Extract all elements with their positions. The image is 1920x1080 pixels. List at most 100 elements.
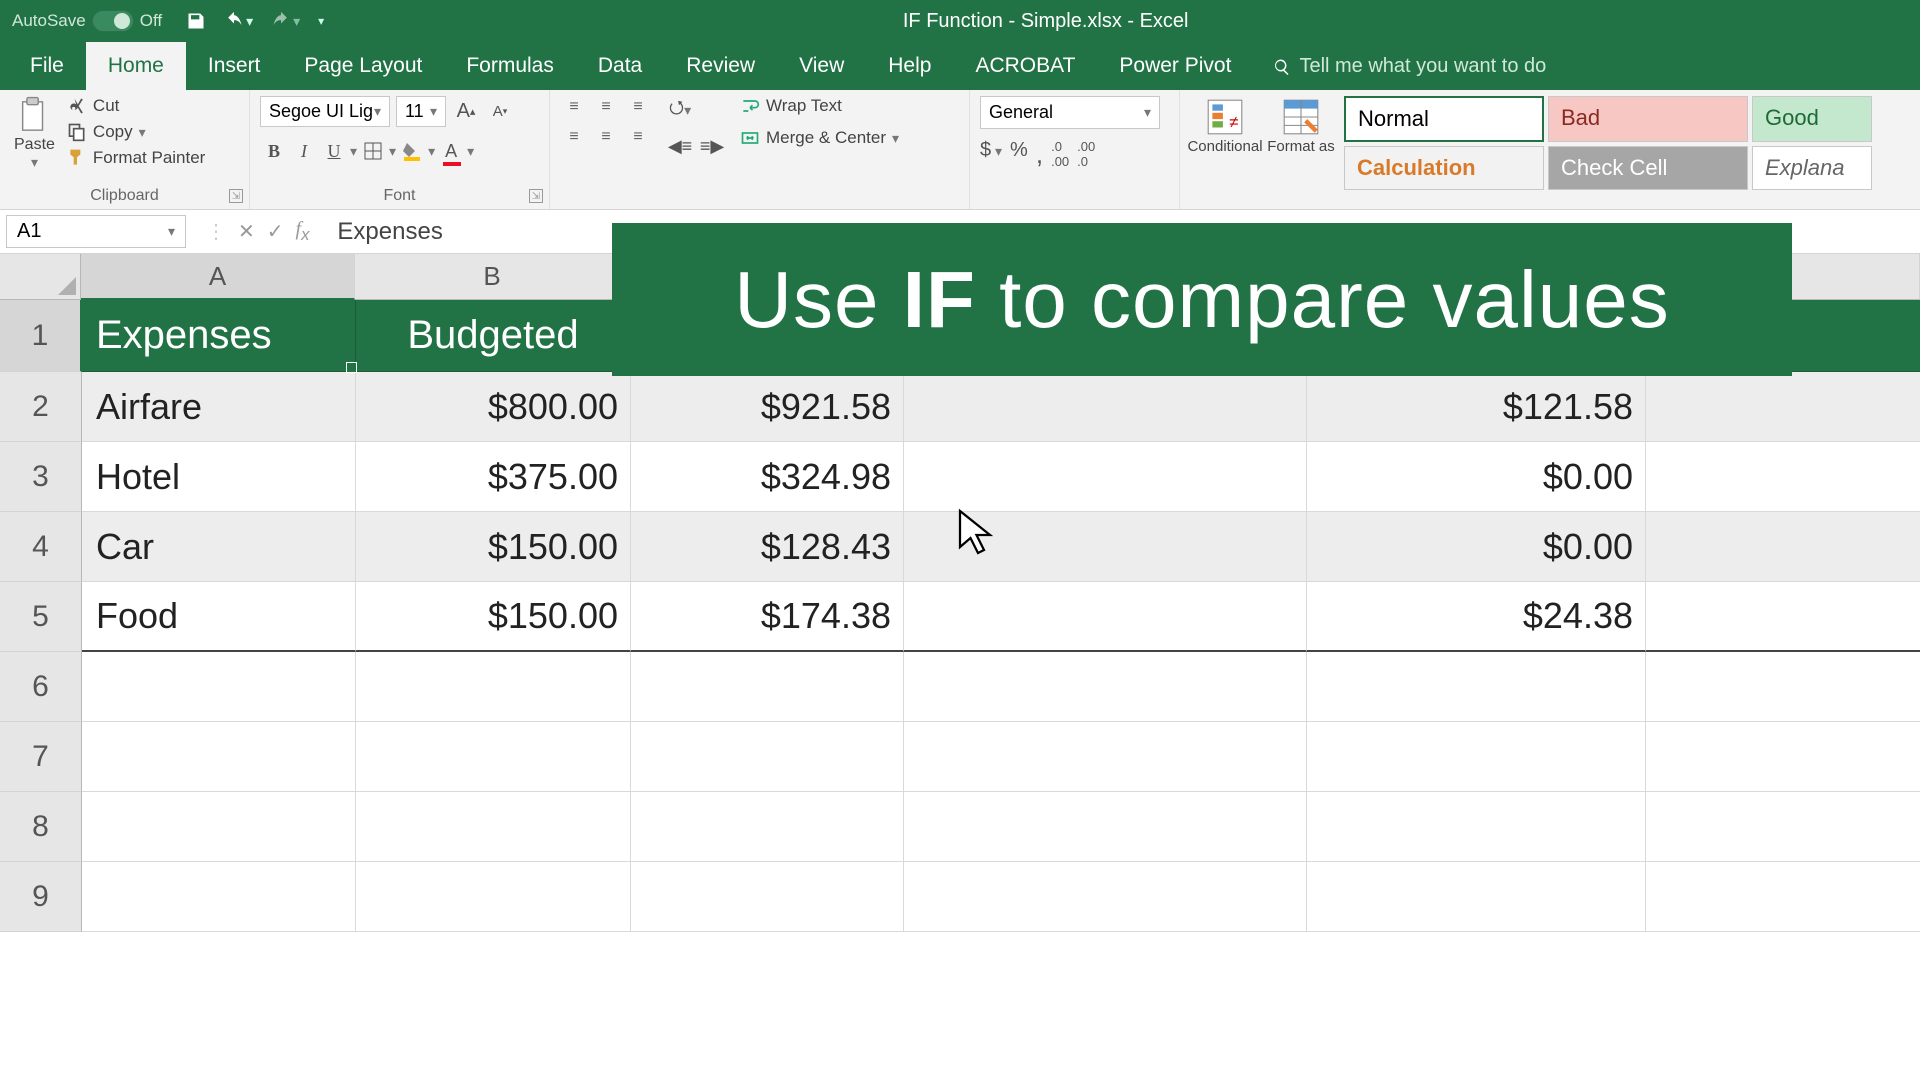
cell-F2[interactable] bbox=[1646, 372, 1920, 442]
border-button[interactable] bbox=[359, 137, 387, 165]
orientation-button[interactable]: ⭯▾ bbox=[666, 96, 694, 124]
paste-button[interactable]: Paste ▾ bbox=[10, 96, 59, 171]
cancel-formula[interactable]: ✕ bbox=[238, 219, 255, 244]
cell-A6[interactable] bbox=[82, 652, 356, 722]
tab-insert[interactable]: Insert bbox=[186, 42, 283, 90]
cell-A3[interactable]: Hotel bbox=[82, 442, 356, 512]
align-top[interactable]: ≡ bbox=[560, 96, 588, 118]
cell-D6[interactable] bbox=[904, 652, 1307, 722]
tab-data[interactable]: Data bbox=[576, 42, 664, 90]
redo-button[interactable]: ▾ bbox=[271, 11, 300, 31]
col-header-A[interactable]: A bbox=[81, 254, 355, 300]
cell-B7[interactable] bbox=[356, 722, 631, 792]
tab-page-layout[interactable]: Page Layout bbox=[282, 42, 444, 90]
cell-E5[interactable]: $24.38 bbox=[1307, 582, 1646, 652]
style-check-cell[interactable]: Check Cell bbox=[1548, 146, 1748, 190]
copy-button[interactable]: Copy ▾ bbox=[67, 122, 205, 142]
toggle-switch[interactable] bbox=[92, 10, 134, 32]
font-color-button[interactable]: A bbox=[437, 137, 465, 165]
cell-C8[interactable] bbox=[631, 792, 904, 862]
fill-color-button[interactable] bbox=[398, 137, 426, 165]
cell-C3[interactable]: $324.98 bbox=[631, 442, 904, 512]
cell-C6[interactable] bbox=[631, 652, 904, 722]
decrease-font-button[interactable]: A▾ bbox=[486, 98, 514, 126]
percent-button[interactable]: % bbox=[1010, 139, 1028, 170]
tab-review[interactable]: Review bbox=[664, 42, 777, 90]
cell-C4[interactable]: $128.43 bbox=[631, 512, 904, 582]
cell-E9[interactable] bbox=[1307, 862, 1646, 932]
cell-D9[interactable] bbox=[904, 862, 1307, 932]
format-as-table-button[interactable]: Format as bbox=[1266, 96, 1336, 155]
row-header-3[interactable]: 3 bbox=[0, 442, 82, 512]
cell-F7[interactable] bbox=[1646, 722, 1920, 792]
cell-D7[interactable] bbox=[904, 722, 1307, 792]
cell-E4[interactable]: $0.00 bbox=[1307, 512, 1646, 582]
align-right[interactable]: ≡ bbox=[624, 126, 652, 148]
qat-customize[interactable]: ▾ bbox=[318, 14, 324, 28]
currency-button[interactable]: $ ▾ bbox=[980, 139, 1002, 170]
cell-A2[interactable]: Airfare bbox=[82, 372, 356, 442]
cell-B9[interactable] bbox=[356, 862, 631, 932]
cell-C9[interactable] bbox=[631, 862, 904, 932]
cell-F5[interactable] bbox=[1646, 582, 1920, 652]
row-header-7[interactable]: 7 bbox=[0, 722, 82, 792]
cells-area[interactable]: ExpensesBudgetedActualStatusAmount OverA… bbox=[82, 300, 1920, 932]
cell-B6[interactable] bbox=[356, 652, 631, 722]
name-box[interactable]: A1▾ bbox=[6, 215, 186, 248]
undo-button[interactable]: ▾ bbox=[224, 11, 253, 31]
cell-A9[interactable] bbox=[82, 862, 356, 932]
cell-F9[interactable] bbox=[1646, 862, 1920, 932]
tab-view[interactable]: View bbox=[777, 42, 866, 90]
wrap-text-button[interactable]: Wrap Text bbox=[740, 96, 899, 116]
clipboard-launcher[interactable]: ⇲ bbox=[229, 189, 243, 203]
style-bad[interactable]: Bad bbox=[1548, 96, 1748, 142]
select-all-corner[interactable] bbox=[0, 254, 81, 300]
italic-button[interactable]: I bbox=[290, 137, 318, 165]
row-header-9[interactable]: 9 bbox=[0, 862, 82, 932]
row-header-5[interactable]: 5 bbox=[0, 582, 82, 652]
comma-button[interactable]: , bbox=[1036, 139, 1043, 170]
style-explanatory[interactable]: Explana bbox=[1752, 146, 1872, 190]
row-header-8[interactable]: 8 bbox=[0, 792, 82, 862]
tab-file[interactable]: File bbox=[8, 42, 86, 90]
font-launcher[interactable]: ⇲ bbox=[529, 189, 543, 203]
cell-E8[interactable] bbox=[1307, 792, 1646, 862]
number-format-select[interactable]: General▾ bbox=[980, 96, 1160, 129]
cell-A8[interactable] bbox=[82, 792, 356, 862]
increase-font-button[interactable]: A▴ bbox=[452, 98, 480, 126]
accept-formula[interactable]: ✓ bbox=[267, 219, 284, 244]
cell-B5[interactable]: $150.00 bbox=[356, 582, 631, 652]
cell-A4[interactable]: Car bbox=[82, 512, 356, 582]
tab-formulas[interactable]: Formulas bbox=[444, 42, 576, 90]
cell-A1[interactable]: Expenses bbox=[82, 300, 356, 372]
increase-decimal[interactable]: .0.00 bbox=[1051, 139, 1069, 170]
cell-D8[interactable] bbox=[904, 792, 1307, 862]
cell-E6[interactable] bbox=[1307, 652, 1646, 722]
cell-B8[interactable] bbox=[356, 792, 631, 862]
cell-A7[interactable] bbox=[82, 722, 356, 792]
cell-C7[interactable] bbox=[631, 722, 904, 792]
align-left[interactable]: ≡ bbox=[560, 126, 588, 148]
cell-styles-gallery[interactable]: Normal Bad Good Calculation Check Cell E… bbox=[1344, 96, 1872, 190]
cell-D5[interactable] bbox=[904, 582, 1307, 652]
tell-me-search[interactable]: Tell me what you want to do bbox=[1273, 55, 1546, 90]
cell-F4[interactable] bbox=[1646, 512, 1920, 582]
increase-indent[interactable]: ≡▶ bbox=[698, 132, 726, 160]
cell-D3[interactable] bbox=[904, 442, 1307, 512]
align-bottom[interactable]: ≡ bbox=[624, 96, 652, 118]
tab-home[interactable]: Home bbox=[86, 42, 186, 90]
autosave-toggle[interactable]: AutoSave Off bbox=[12, 10, 162, 32]
cell-F3[interactable] bbox=[1646, 442, 1920, 512]
font-size-select[interactable]: 11▾ bbox=[396, 96, 446, 127]
underline-button[interactable]: U bbox=[320, 137, 348, 165]
cell-A5[interactable]: Food bbox=[82, 582, 356, 652]
bold-button[interactable]: B bbox=[260, 137, 288, 165]
tab-power-pivot[interactable]: Power Pivot bbox=[1097, 42, 1253, 90]
align-middle[interactable]: ≡ bbox=[592, 96, 620, 118]
save-icon[interactable] bbox=[186, 11, 206, 31]
row-header-4[interactable]: 4 bbox=[0, 512, 82, 582]
cell-F8[interactable] bbox=[1646, 792, 1920, 862]
cell-C5[interactable]: $174.38 bbox=[631, 582, 904, 652]
fx-button[interactable]: fx bbox=[296, 218, 310, 245]
tab-help[interactable]: Help bbox=[866, 42, 953, 90]
